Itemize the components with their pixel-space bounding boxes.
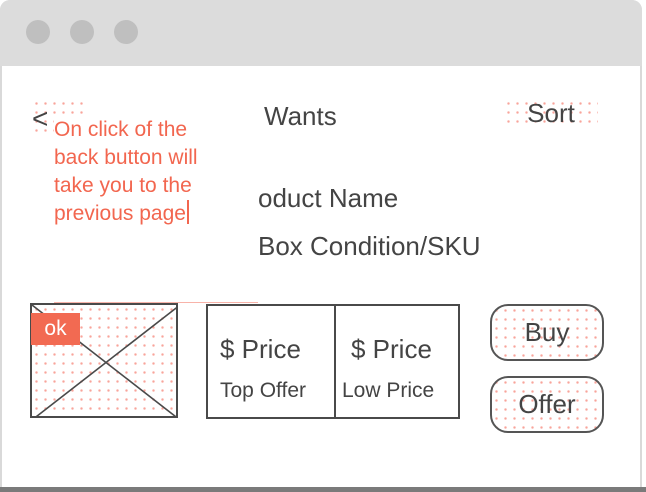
maximize-window-dot[interactable] [114, 20, 138, 44]
back-button[interactable]: < [32, 103, 48, 135]
minimize-window-dot[interactable] [70, 20, 94, 44]
price-divider [334, 306, 336, 417]
text-caret [186, 200, 189, 224]
close-window-dot[interactable] [26, 20, 50, 44]
title-bar [0, 0, 642, 66]
ok-badge-button[interactable]: ok [31, 313, 80, 345]
box-condition-sku: Box Condition/SKU [258, 231, 481, 261]
buy-button[interactable]: Buy [490, 304, 604, 361]
product-name: oduct Name [258, 183, 399, 213]
app-window: < Wants Sort oduct Name Box Condition/SK… [0, 0, 646, 492]
annotation-text-content: On click of the back button will take yo… [54, 118, 198, 225]
sort-button[interactable]: Sort [504, 98, 598, 128]
annotation-note: On click of the back button will take yo… [54, 114, 259, 302]
price-table: $ Price Top Offer $ Price Low Price [206, 304, 460, 419]
annotation-text: On click of the back button will take yo… [54, 116, 198, 228]
offer-button[interactable]: Offer [490, 376, 604, 433]
page-title: Wants [264, 101, 337, 131]
low-price-price: $ Price [351, 334, 432, 364]
low-price-label: Low Price [342, 379, 435, 402]
bottom-bar [0, 487, 646, 492]
top-offer-price: $ Price [220, 334, 301, 364]
top-offer-label: Top Offer [220, 379, 306, 402]
